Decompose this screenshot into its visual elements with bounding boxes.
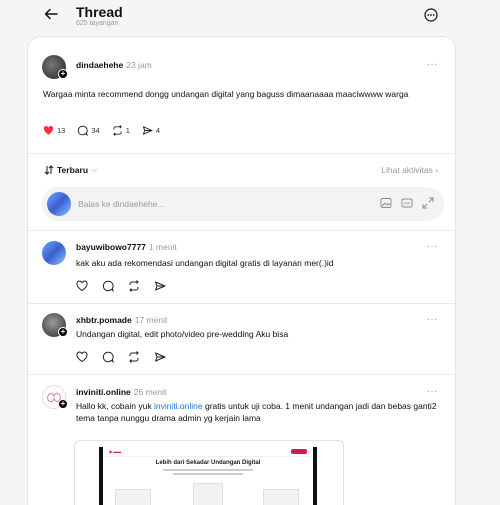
reply-placeholder: Balas ke dindaehehe...	[78, 199, 165, 209]
post-author[interactable]: dindaehehe 23 jam	[76, 60, 152, 70]
preview-thumbnail	[263, 489, 299, 505]
preview-heading: Lebih dari Sekadar Undangan Digital	[155, 460, 261, 466]
repost-icon[interactable]	[128, 351, 140, 363]
comment-icon[interactable]	[102, 280, 114, 292]
send-icon	[142, 126, 153, 135]
heart-icon[interactable]	[76, 351, 88, 363]
follow-plus-icon[interactable]: +	[58, 399, 68, 409]
preview-line	[173, 473, 243, 475]
repost-icon	[112, 125, 122, 136]
preview-screenshot: ◆ ▬▬ Lebih dari Sekadar Undangan Digital	[103, 447, 313, 505]
more-options-icon[interactable]: ···	[427, 314, 439, 325]
reply-tools: GIF	[380, 197, 434, 209]
reply-author[interactable]: bayuwibowo7777 1 menit	[76, 242, 177, 252]
send-icon[interactable]	[154, 280, 166, 292]
preview-line	[163, 469, 253, 471]
top-bar: Thread 625 tayangan	[0, 0, 500, 36]
gif-icon[interactable]: GIF	[401, 197, 413, 209]
repost-count: 1	[125, 126, 130, 135]
preview-navbar: ◆ ▬▬	[103, 447, 313, 457]
reply-time: 1 menit	[148, 242, 177, 252]
avatar[interactable]	[42, 241, 66, 265]
follow-plus-icon[interactable]: +	[58, 69, 68, 79]
reply-time: 17 menit	[134, 315, 168, 325]
heart-filled-icon	[43, 125, 54, 135]
expand-icon[interactable]	[422, 197, 434, 209]
reply-text: Undangan digital, edit photo/video pre-w…	[76, 329, 289, 339]
reply-actions	[76, 280, 166, 292]
page-title: Thread	[76, 4, 123, 20]
svg-text:GIF: GIF	[404, 201, 411, 206]
share-button[interactable]: 4	[142, 125, 160, 136]
more-options-icon[interactable]: ···	[427, 241, 439, 252]
heart-icon[interactable]	[76, 280, 88, 292]
reply-text: kak aku ada rekomendasi undangan digital…	[76, 258, 334, 268]
post-actions: 13 34 1 4	[43, 125, 160, 136]
preview-thumbnail	[115, 489, 151, 505]
reply-author[interactable]: xhbtr.pomade 17 menit	[76, 315, 167, 325]
chevron-down-icon: ⌵	[91, 165, 98, 174]
reply-input[interactable]: Balas ke dindaehehe... GIF	[41, 187, 444, 221]
link-preview-card[interactable]: ◆ ▬▬ Lebih dari Sekadar Undangan Digital	[74, 440, 344, 505]
comment-count: 34	[91, 126, 100, 135]
avatar	[47, 192, 71, 216]
repost-icon[interactable]	[128, 280, 140, 292]
reply-time: 26 menit	[133, 387, 167, 397]
arrow-left-icon[interactable]	[43, 6, 59, 22]
view-count: 625 tayangan	[76, 20, 119, 27]
preview-thumbnail	[193, 483, 223, 505]
like-count: 13	[57, 126, 66, 135]
comment-icon	[78, 125, 89, 136]
divider	[28, 230, 455, 231]
ellipsis-circle-icon[interactable]	[424, 8, 438, 22]
chevron-right-icon: ›	[435, 165, 438, 175]
more-options-icon[interactable]: ···	[427, 386, 439, 397]
post-text: Wargaa minta recommend dongg undangan di…	[43, 89, 409, 99]
post-time: 23 jam	[126, 60, 152, 70]
share-count: 4	[155, 126, 161, 135]
comment-button[interactable]: 34	[77, 125, 100, 136]
thread-card: + dindaehehe 23 jam ··· Wargaa minta reco…	[27, 36, 456, 505]
sort-dropdown[interactable]: Terbaru ⌵	[44, 165, 97, 175]
like-button[interactable]: 13	[43, 125, 65, 136]
divider	[28, 374, 455, 375]
reply-author[interactable]: inviniti.online 26 menit	[76, 387, 166, 397]
view-activity-link[interactable]: Lihat aktivitas ›	[381, 165, 438, 175]
device-frame	[313, 447, 317, 505]
sort-icon	[44, 165, 54, 175]
send-icon[interactable]	[154, 351, 166, 363]
preview-button	[291, 449, 307, 454]
link[interactable]: inviniti.online	[154, 401, 203, 411]
more-options-icon[interactable]: ···	[427, 59, 439, 70]
divider	[28, 153, 455, 154]
preview-logo: ◆ ▬▬	[109, 449, 122, 454]
divider	[28, 303, 455, 304]
image-icon[interactable]	[380, 197, 392, 209]
repost-button[interactable]: 1	[112, 125, 130, 136]
reply-text: Hallo kk, cobain yuk inviniti.online gra…	[76, 401, 437, 423]
follow-plus-icon[interactable]: +	[58, 327, 68, 337]
reply-actions	[76, 351, 166, 363]
comment-icon[interactable]	[102, 351, 114, 363]
